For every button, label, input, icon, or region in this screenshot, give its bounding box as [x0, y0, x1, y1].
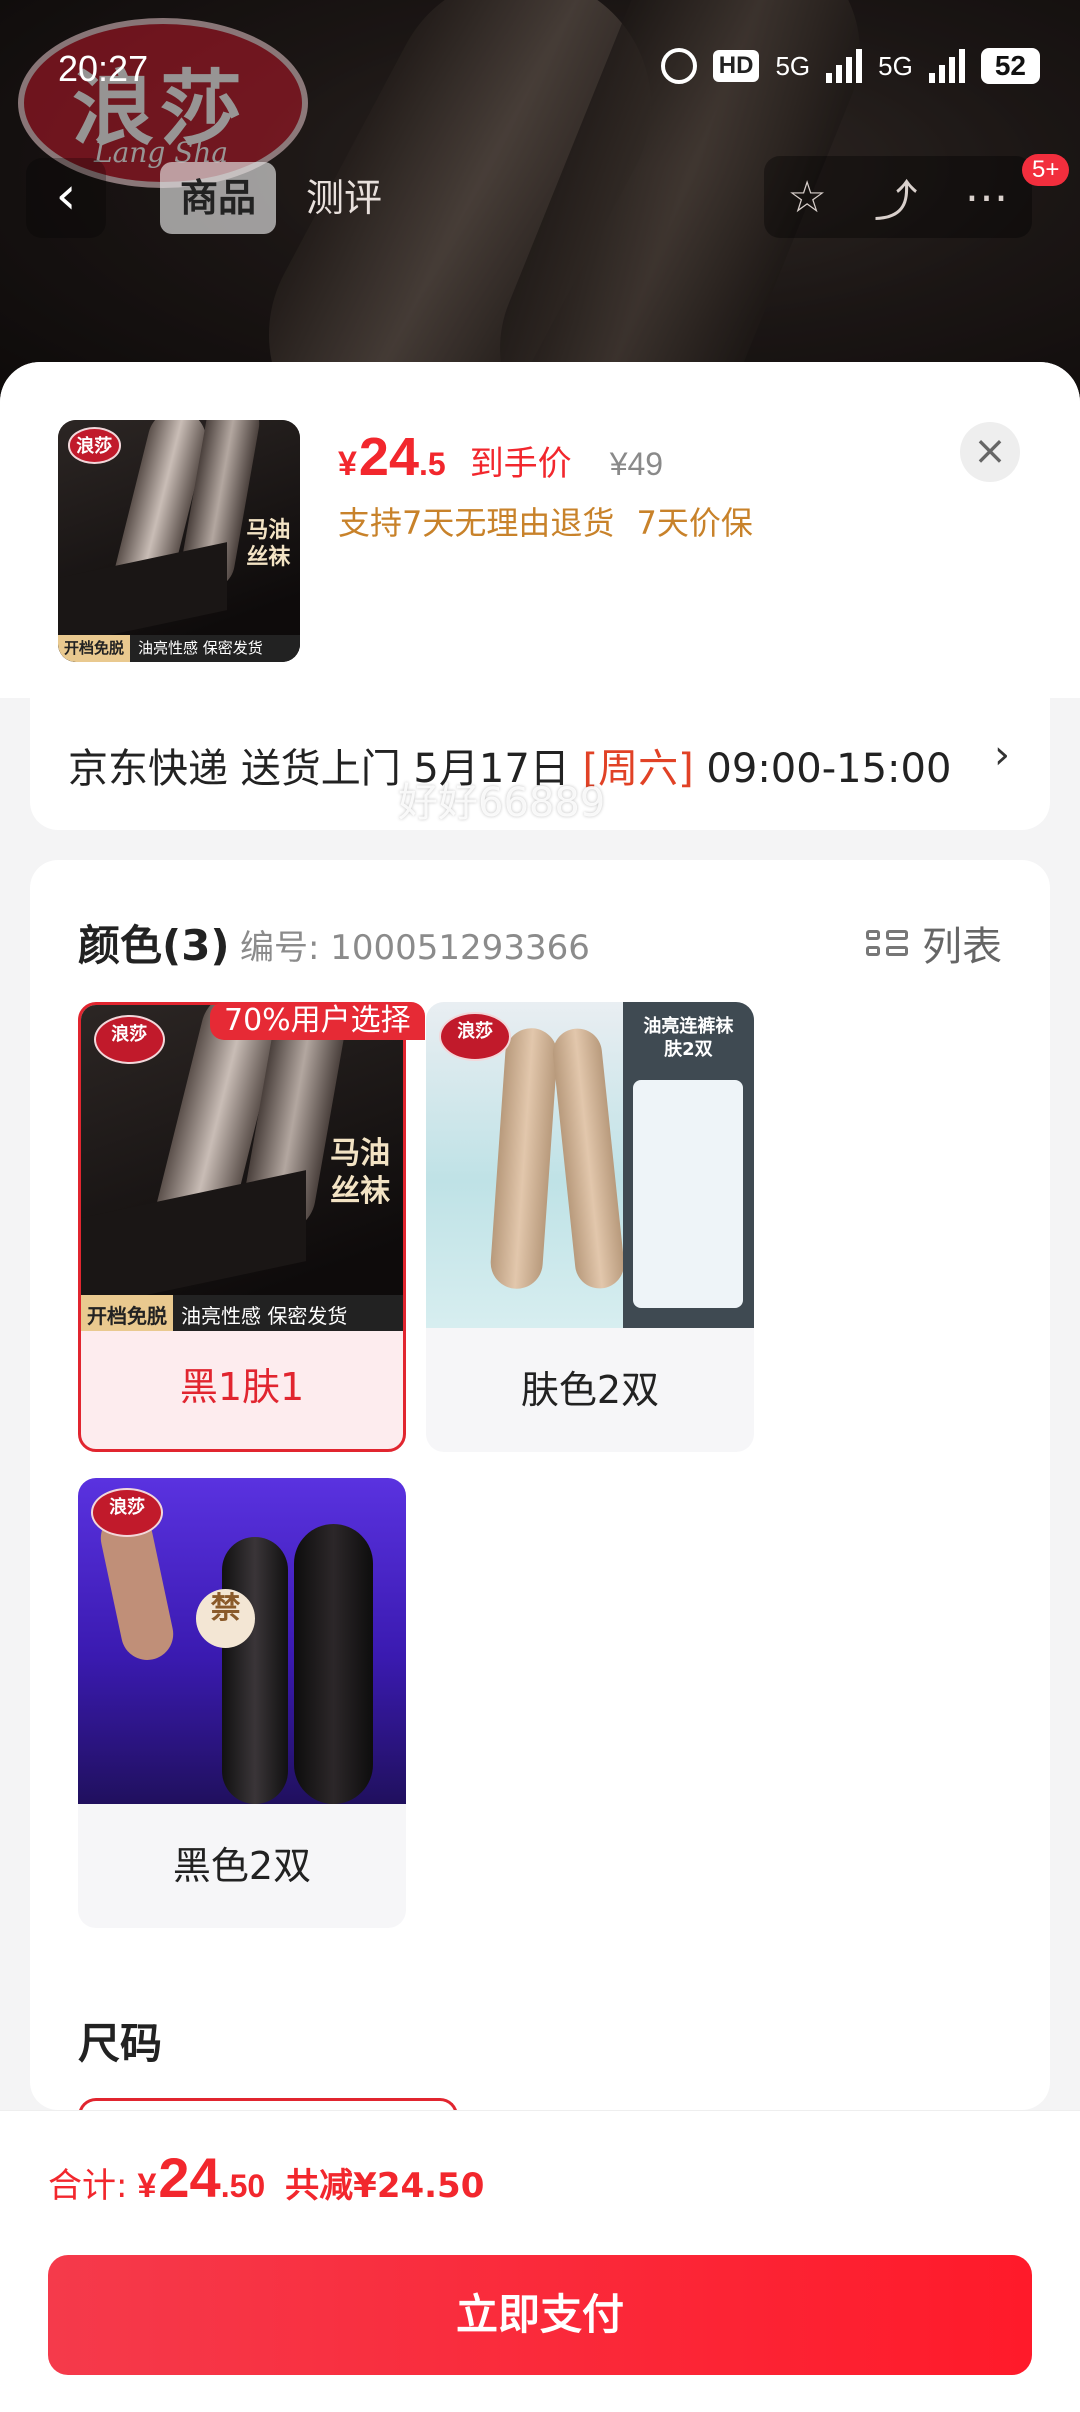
total-row: 合计: ¥ 24 .50 共减¥24.50 [48, 2145, 484, 2210]
product-thumbnail[interactable]: 浪莎 马油 丝袜 开档免脱 油亮性感 保密发货 [58, 420, 300, 662]
price-decimal: .5 [419, 446, 446, 482]
total-integer: 24 [158, 2146, 221, 2209]
image-title-text: 马油 丝袜 [246, 517, 291, 571]
color-option-black1-nude1[interactable]: 浪莎 马油 丝袜 开档免脱 油亮性感 保密发货 黑1肤1 [78, 1002, 406, 1452]
tab-reviews[interactable]: 测评 [286, 162, 402, 234]
nude-stockings-image: 浪莎 油亮连裤袜 肤2双 [426, 1002, 754, 1328]
discount-text: 共减¥24.50 [285, 2166, 485, 2206]
color-option-nude-2pairs[interactable]: 浪莎 油亮连裤袜 肤2双 肤色2双 [426, 1002, 754, 1452]
list-view-toggle[interactable]: 列表 [866, 914, 1002, 972]
censor-sticker: 禁 [196, 1588, 256, 1648]
status-icons: HD 5G 5G 52 [660, 48, 1040, 84]
color-option-label: 黑1肤1 [179, 1365, 305, 1409]
signal-icon [928, 49, 965, 83]
black-pantyhose-purple-image: 浪莎 禁 [78, 1478, 406, 1804]
brand-mini-logo: 浪莎 [93, 1014, 165, 1064]
list-icon [866, 930, 908, 956]
battery-icon: 52 [980, 48, 1040, 84]
package-inset: 油亮连裤袜 肤2双 [622, 1002, 754, 1328]
sheet-header: 浪莎 马油 丝袜 开档免脱 油亮性感 保密发货 ¥ 24 .5 到手价 ¥49 … [0, 362, 1080, 698]
color-option-label: 黑色2双 [172, 1844, 312, 1888]
options-panel: 颜色(3) 编号: 100051293366 列表 浪莎 马油 丝袜 开档免脱 … [30, 860, 1050, 2128]
pay-now-button[interactable]: 立即支付 [48, 2255, 1032, 2375]
hd-icon: HD [712, 50, 760, 82]
back-button[interactable]: ‹ [26, 158, 106, 238]
sku-selection-sheet: 浪莎 马油 丝袜 开档免脱 油亮性感 保密发货 ¥ 24 .5 到手价 ¥49 … [0, 362, 1080, 2412]
color-option-black-2pairs[interactable]: 浪莎 禁 黑色2双 [78, 1478, 406, 1928]
status-time: 20:27 [58, 48, 149, 89]
price-row: ¥ 24 .5 到手价 ¥49 [338, 426, 663, 488]
share-icon[interactable]: ⤴ [874, 165, 918, 229]
price-currency: ¥ [338, 445, 357, 483]
service-guarantee: 支持7天无理由退货 7天价保 [338, 504, 753, 542]
close-button[interactable]: × [960, 422, 1020, 482]
image-feature-strip: 开档免脱 油亮性感 保密发货 [58, 635, 300, 662]
sim2-label: 5G [878, 50, 913, 81]
sim1-label: 5G [775, 50, 811, 81]
black-stockings-image: 浪莎 马油 丝袜 开档免脱 油亮性感 保密发货 [81, 1005, 403, 1331]
brand-mini-logo: 浪莎 [91, 1487, 164, 1537]
page-tabs: 商品 测评 [160, 158, 402, 238]
total-label: 合计: [48, 2166, 128, 2206]
total-decimal: .50 [220, 2168, 266, 2204]
brand-mini-logo: 浪莎 [67, 427, 121, 464]
chevron-left-icon: ‹ [55, 166, 77, 226]
black-stockings-image: 浪莎 马油 丝袜 开档免脱 油亮性感 保密发货 [58, 420, 300, 662]
price-label: 到手价 [469, 444, 572, 484]
sku-number: 编号: 100051293366 [240, 928, 590, 968]
brand-mini-logo: 浪莎 [439, 1011, 512, 1061]
size-section-title: 尺码 [78, 2019, 163, 2068]
image-title-text: 马油 丝袜 [330, 1136, 391, 1209]
popular-choice-tag: 70%用户选择 [210, 1002, 425, 1040]
alarm-icon [660, 48, 697, 84]
signal-icon [826, 49, 863, 83]
original-price: ¥49 [609, 446, 664, 482]
top-action-group: ☆ ⤴ ⋯ [764, 156, 1032, 238]
close-icon: × [973, 428, 1007, 474]
color-option-label: 肤色2双 [520, 1368, 660, 1412]
checkout-footer: 合计: ¥ 24 .50 共减¥24.50 立即支付 [0, 2110, 1080, 2412]
tab-product[interactable]: 商品 [160, 162, 277, 234]
total-currency: ¥ [137, 2167, 157, 2205]
price-integer: 24 [358, 427, 419, 487]
star-icon[interactable]: ☆ [787, 172, 826, 223]
chevron-right-icon: › [994, 732, 1010, 778]
notification-badge: 5+ [1022, 154, 1070, 186]
watermark: 好好66889 [398, 780, 606, 826]
more-icon[interactable]: ⋯ [965, 172, 1009, 223]
color-section-title: 颜色(3) [78, 921, 230, 970]
